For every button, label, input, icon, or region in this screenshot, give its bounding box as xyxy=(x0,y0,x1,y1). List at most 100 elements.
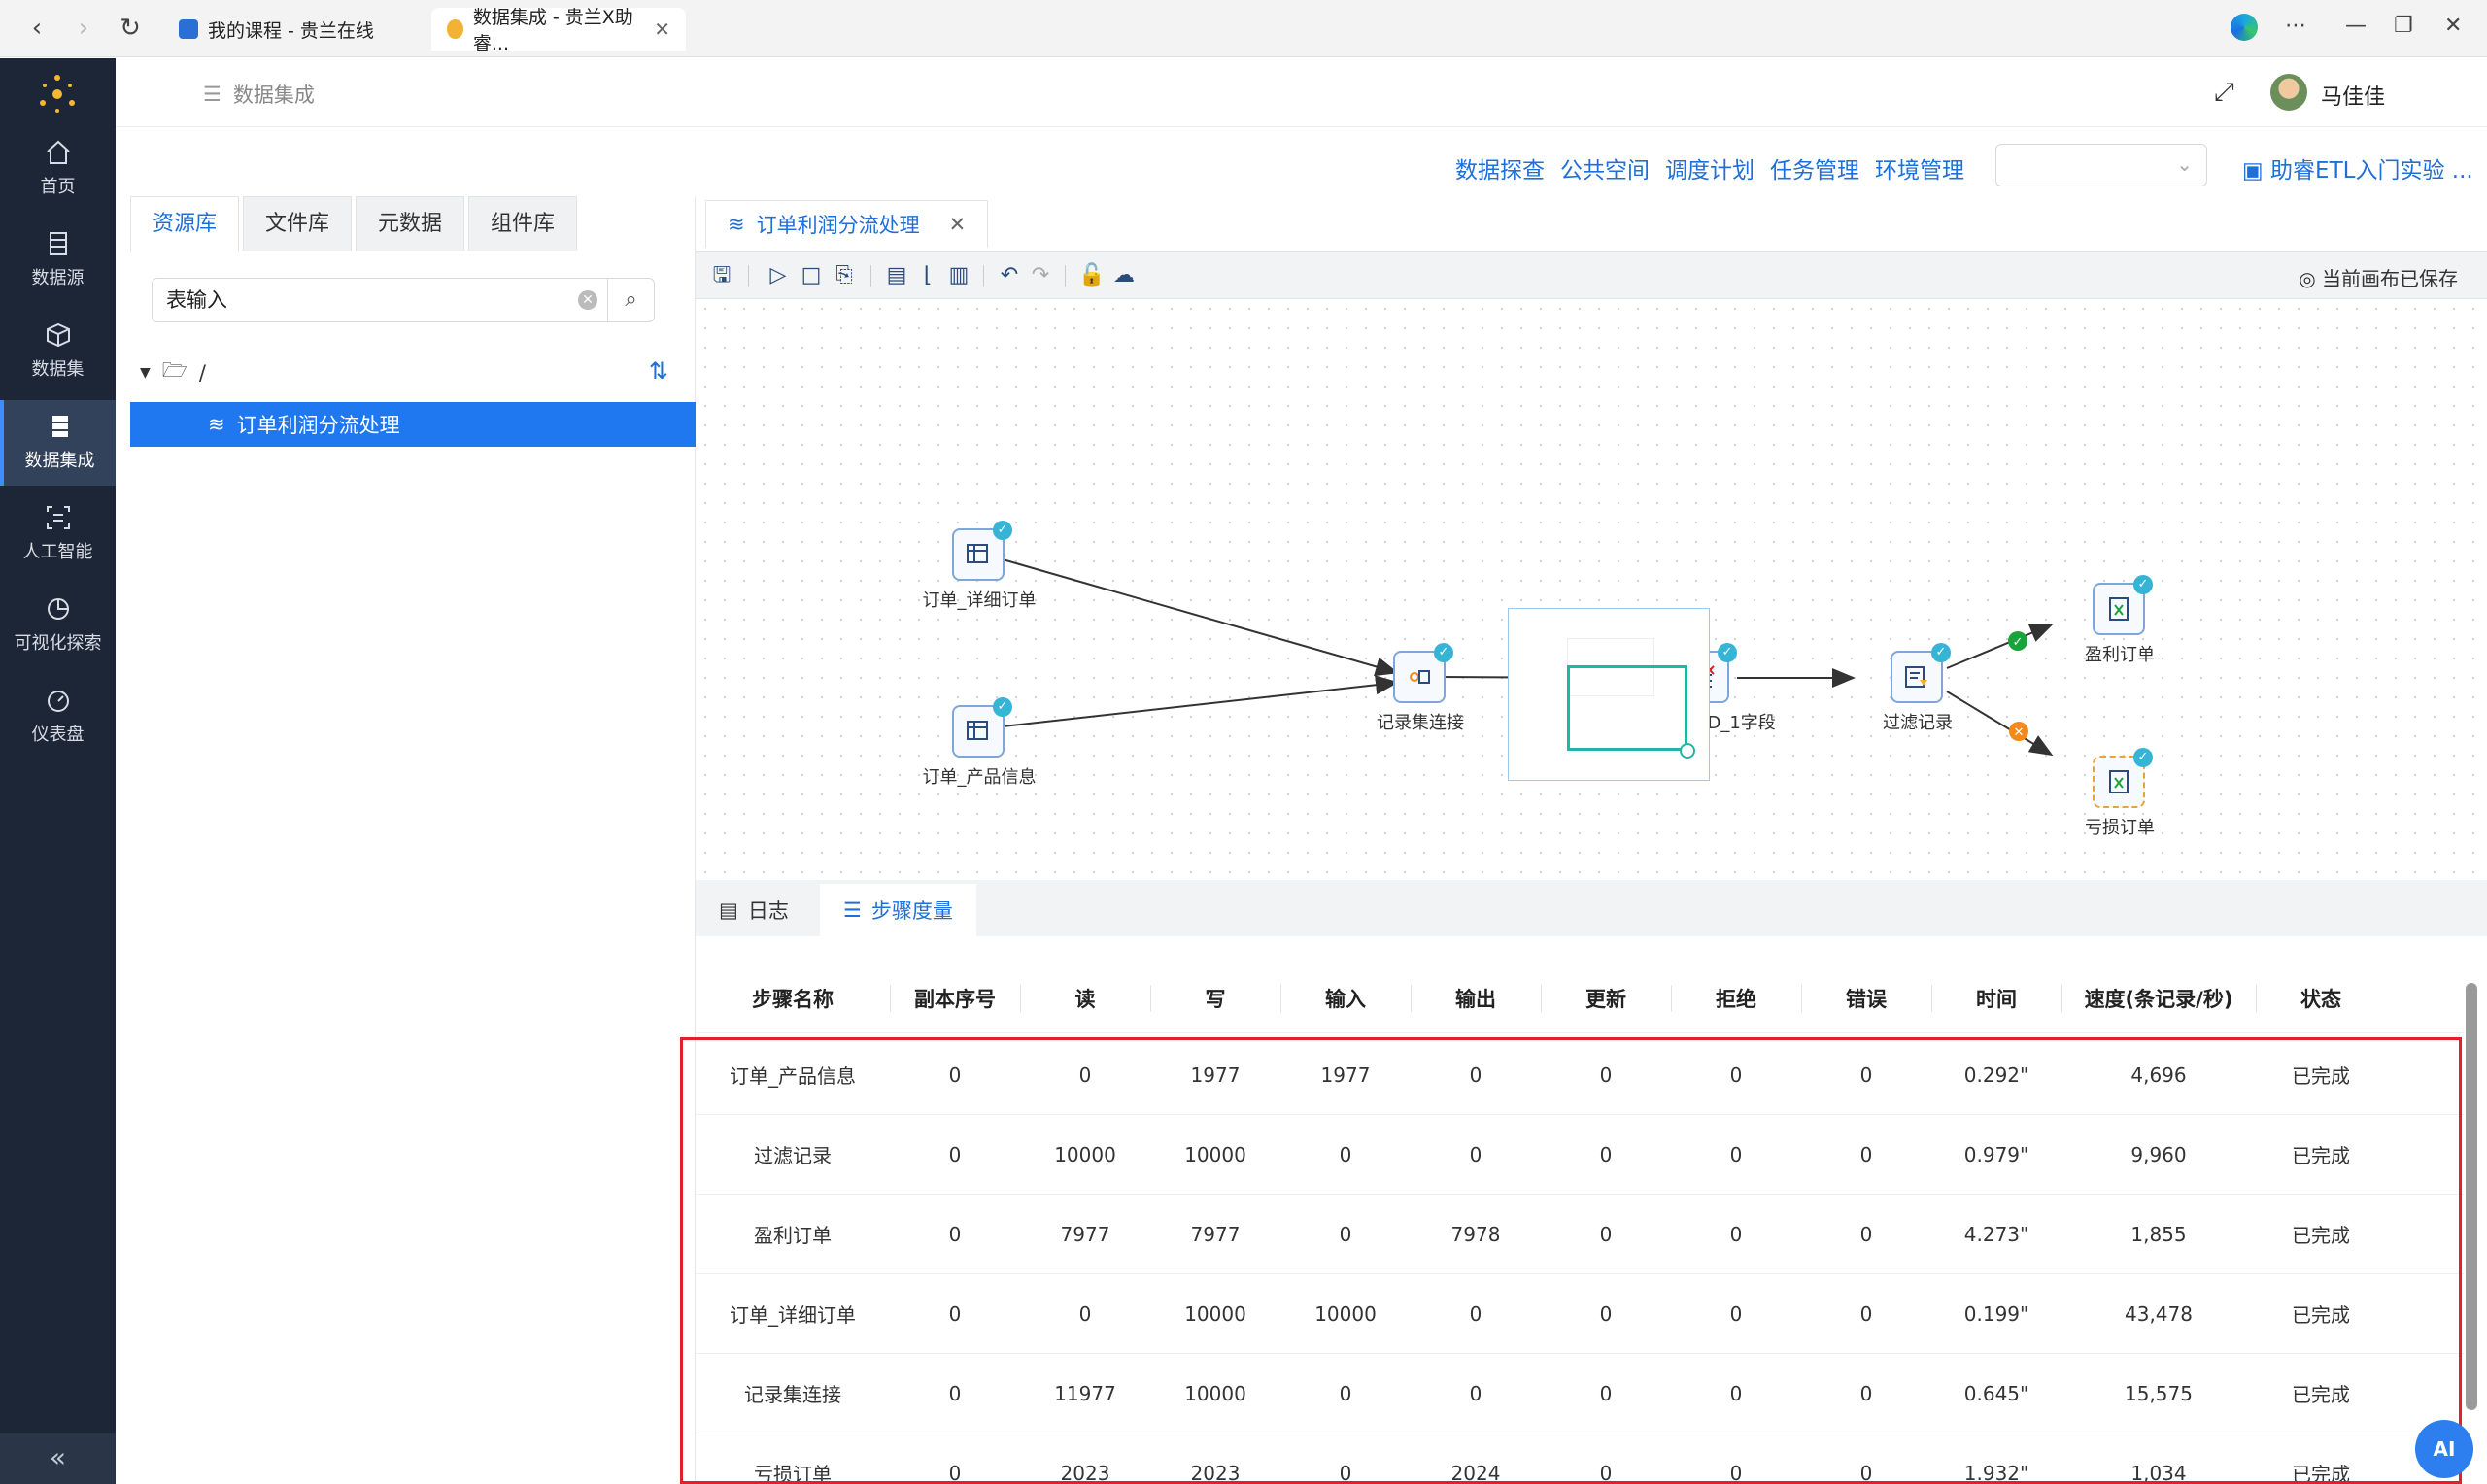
sort-icon[interactable]: ⇅ xyxy=(649,357,668,385)
canvas-tab[interactable]: ≋ 订单利润分流处理 ✕ xyxy=(705,200,989,249)
breadcrumb: ☰ 数据集成 xyxy=(203,83,315,107)
app-logo[interactable] xyxy=(35,72,80,117)
tab-repository[interactable]: 资源库 xyxy=(130,196,239,251)
table-scrollbar[interactable] xyxy=(2466,963,2477,1484)
metrics-icon[interactable]: ▥ xyxy=(946,263,971,288)
metrics-table-header: 步骤名称 副本序号 读 写 输入 输出 更新 拒绝 错误 时间 速度(条记录/秒… xyxy=(696,963,2464,1033)
tab-log[interactable]: ▤ 日志 xyxy=(696,884,812,936)
close-tab-icon[interactable]: ✕ xyxy=(654,17,670,41)
column-header[interactable]: 步骤名称 xyxy=(696,963,890,1032)
sidebar-item-dataset[interactable]: 数据集 xyxy=(0,309,116,394)
highlight-annotation-box xyxy=(680,1037,2462,1484)
table-icon[interactable]: ▤ xyxy=(884,263,909,288)
top-nav-links: 数据探查 公共空间 调度计划 任务管理 环境管理 xyxy=(1455,152,1964,185)
minimap-viewport[interactable] xyxy=(1567,665,1687,751)
column-header[interactable]: 速度(条记录/秒) xyxy=(2061,963,2256,1032)
forward-icon[interactable]: › xyxy=(68,14,99,45)
search-icon: ⌕ xyxy=(625,287,637,312)
column-header[interactable]: 拒绝 xyxy=(1671,963,1801,1032)
column-header[interactable]: 更新 xyxy=(1541,963,1671,1032)
save-icon[interactable]: 🖫 xyxy=(709,263,734,288)
column-header[interactable]: 读 xyxy=(1020,963,1150,1032)
caret-down-icon[interactable]: ▼ xyxy=(140,365,151,381)
link-public-space[interactable]: 公共空间 xyxy=(1560,152,1650,185)
collapse-sidebar-button[interactable]: « xyxy=(0,1433,116,1484)
link-env-management[interactable]: 环境管理 xyxy=(1875,152,1964,185)
node-order-detail[interactable]: ✓ xyxy=(952,521,1012,581)
column-header[interactable]: 输入 xyxy=(1280,963,1411,1032)
sidebar-item-datasource[interactable]: 数据源 xyxy=(0,218,116,303)
tab-step-metrics[interactable]: ☰ 步骤度量 xyxy=(820,884,976,936)
home-icon xyxy=(46,140,70,164)
node-label: 亏损订单 xyxy=(2085,818,2155,838)
tree-item-selected[interactable]: ≋ 订单利润分流处理 xyxy=(130,402,696,447)
minimap-resize-handle[interactable] xyxy=(1680,743,1695,759)
done-check-icon: ✓ xyxy=(993,697,1012,717)
toolbar-divider xyxy=(983,265,984,287)
undo-icon[interactable]: ↶ xyxy=(997,263,1022,288)
canvas-minimap[interactable] xyxy=(1508,608,1710,781)
node-product-info[interactable]: ✓ xyxy=(952,697,1012,758)
tab-file-library[interactable]: 文件库 xyxy=(243,196,352,251)
stop-icon[interactable]: □ xyxy=(799,263,824,288)
node-filter-rows[interactable]: ✓ xyxy=(1891,643,1951,703)
check-circle-icon: ◎ xyxy=(2299,267,2322,290)
close-icon[interactable]: ✕ xyxy=(949,213,967,236)
column-header[interactable]: 错误 xyxy=(1801,963,1931,1032)
column-header[interactable]: 时间 xyxy=(1931,963,2061,1032)
back-icon[interactable]: ‹ xyxy=(21,14,52,45)
reload-icon[interactable]: ↻ xyxy=(115,14,146,45)
sidebar-item-dashboard[interactable]: 仪表盘 xyxy=(0,674,116,759)
bottom-tabs: ▤ 日志 ☰ 步骤度量 xyxy=(696,880,2487,936)
tree-root[interactable]: ▼ 🗁 / ⇅ xyxy=(140,357,684,388)
edge-icon[interactable] xyxy=(2231,14,2258,41)
table-input-icon xyxy=(967,544,988,563)
browser-tab-data-integration[interactable]: 数据集成 - 贵兰X助睿... ✕ xyxy=(431,7,686,54)
ai-scan-icon xyxy=(46,506,70,529)
project-link[interactable]: ▣ 助睿ETL入门实验 ... xyxy=(2242,152,2473,185)
tab-metadata[interactable]: 元数据 xyxy=(356,196,464,251)
close-window-icon[interactable]: ✕ xyxy=(2444,14,2462,38)
excel-output-icon xyxy=(2109,770,2129,793)
tab-component-library[interactable]: 组件库 xyxy=(468,196,577,251)
restore-icon[interactable]: ❐ xyxy=(2394,14,2413,38)
node-loss-orders[interactable]: ✓ xyxy=(2093,748,2153,808)
browser-tab-courses[interactable]: 我的课程 - 贵兰在线 xyxy=(163,8,390,51)
run-icon[interactable]: ▷ xyxy=(766,263,791,288)
save-status: ◎ 当前画布已保存 xyxy=(2299,267,2458,290)
upload-icon[interactable]: ☁ xyxy=(1111,263,1137,288)
chart-icon[interactable]: ⌊ xyxy=(915,263,940,288)
database-icon xyxy=(49,232,67,255)
search-button[interactable]: ⌕ xyxy=(608,278,655,322)
node-label: 盈利订单 xyxy=(2085,645,2155,665)
sidebar-item-data-integration[interactable]: 数据集成 xyxy=(0,400,116,486)
column-header[interactable]: 副本序号 xyxy=(890,963,1020,1032)
node-profit-orders[interactable]: ✓ xyxy=(2093,575,2153,635)
column-header[interactable]: 输出 xyxy=(1411,963,1541,1032)
preview-icon[interactable]: ⎘ xyxy=(832,263,857,288)
sidebar-item-ai[interactable]: 人工智能 xyxy=(0,491,116,577)
minimize-icon[interactable]: — xyxy=(2345,14,2367,38)
ai-assistant-button[interactable]: AI xyxy=(2415,1420,2473,1478)
fullscreen-icon[interactable]: ⤢ xyxy=(2214,78,2234,108)
unlock-icon[interactable]: 🔓 xyxy=(1078,263,1105,288)
search-input[interactable]: 表输入 ✕ xyxy=(152,278,608,322)
column-header[interactable]: 写 xyxy=(1150,963,1280,1032)
environment-select[interactable]: ⌄ xyxy=(1995,144,2207,186)
username[interactable]: 马佳佳 xyxy=(2321,80,2385,111)
more-icon[interactable]: ⋯ xyxy=(2285,14,2306,38)
flow-canvas[interactable]: ✓ ✕ ✓ 订单_详细订单 ✓ 订单_产品信息 ✓ 记录集连接 ✓ 移除产品ID… xyxy=(696,299,2487,876)
redo-icon[interactable]: ↷ xyxy=(1028,263,1053,288)
column-header[interactable]: 状态 xyxy=(2256,963,2386,1032)
done-check-icon: ✓ xyxy=(2133,748,2153,767)
node-merge-join[interactable]: ✓ xyxy=(1393,643,1453,703)
link-data-probe[interactable]: 数据探查 xyxy=(1455,152,1545,185)
sidebar-item-visual-explore[interactable]: 可视化探索 xyxy=(0,583,116,668)
link-schedule-plan[interactable]: 调度计划 xyxy=(1665,152,1755,185)
link-task-management[interactable]: 任务管理 xyxy=(1770,152,1859,185)
avatar[interactable] xyxy=(2270,74,2307,111)
scrollbar-thumb[interactable] xyxy=(2466,983,2477,1410)
sidebar-item-home[interactable]: 首页 xyxy=(0,126,116,212)
done-check-icon: ✓ xyxy=(1718,643,1737,662)
clear-icon[interactable]: ✕ xyxy=(578,290,597,310)
